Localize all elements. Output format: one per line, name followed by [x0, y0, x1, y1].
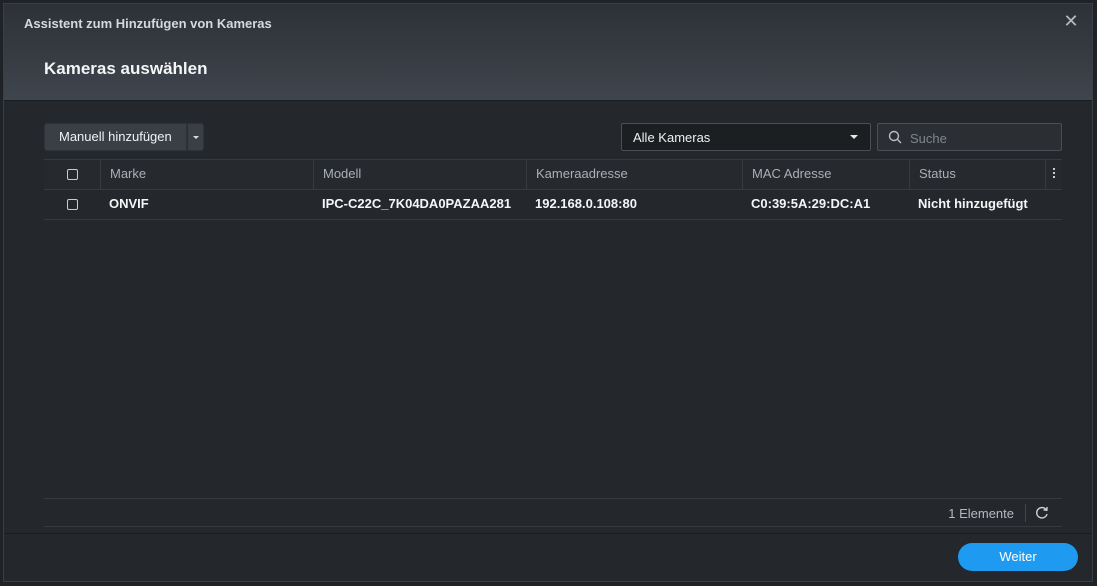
camera-filter-select[interactable]: Alle Kameras — [621, 123, 871, 151]
column-options-cell — [1045, 160, 1062, 189]
table-footer: 1 Elemente — [44, 498, 1062, 527]
camera-filter-value: Alle Kameras — [633, 130, 711, 145]
column-header-status[interactable]: Status — [909, 160, 1045, 189]
chevron-down-icon[interactable] — [186, 123, 204, 151]
table-header: Marke Modell Kameraadresse MAC Adresse S… — [44, 159, 1062, 190]
cell-model: IPC-C22C_7K04DA0PAZAA281 — [322, 196, 512, 211]
cell-address: 192.168.0.108:80 — [535, 196, 637, 211]
window-title: Assistent zum Hinzufügen von Kameras — [24, 16, 272, 31]
table-row[interactable]: ONVIF IPC-C22C_7K04DA0PAZAA281 192.168.0… — [44, 190, 1062, 220]
item-count: 1 Elemente — [948, 506, 1014, 521]
dropdown-caret-icon — [850, 135, 858, 139]
footer-divider — [4, 533, 1092, 534]
refresh-icon[interactable] — [1034, 505, 1050, 521]
add-manual-button[interactable]: Manuell hinzufügen — [44, 123, 187, 151]
column-header-brand[interactable]: Marke — [100, 160, 313, 189]
camera-table: Marke Modell Kameraadresse MAC Adresse S… — [44, 159, 1062, 220]
next-button[interactable]: Weiter — [958, 543, 1078, 571]
search-icon — [888, 130, 902, 144]
more-options-icon[interactable] — [1050, 167, 1058, 181]
add-manual-split-button: Manuell hinzufügen — [44, 123, 204, 151]
column-header-model[interactable]: Modell — [313, 160, 526, 189]
toolbar: Manuell hinzufügen Alle Kameras — [44, 123, 1062, 152]
divider — [1025, 504, 1026, 522]
cell-mac: C0:39:5A:29:DC:A1 — [751, 196, 871, 211]
select-all-checkbox[interactable] — [67, 169, 78, 180]
row-checkbox[interactable] — [67, 199, 78, 210]
wizard-header: Assistent zum Hinzufügen von Kameras ✕ K… — [4, 4, 1092, 101]
search-box — [877, 123, 1062, 151]
search-input[interactable] — [908, 127, 1057, 149]
row-select-cell — [44, 190, 104, 219]
column-header-mac[interactable]: MAC Adresse — [742, 160, 909, 189]
add-camera-wizard-window: Assistent zum Hinzufügen von Kameras ✕ K… — [3, 3, 1093, 582]
column-header-address[interactable]: Kameraadresse — [526, 160, 742, 189]
page-title: Kameras auswählen — [44, 59, 208, 78]
cell-brand: ONVIF — [109, 196, 149, 211]
cell-status: Nicht hinzugefügt — [918, 196, 1028, 211]
select-all-cell — [44, 160, 104, 189]
close-icon[interactable]: ✕ — [1062, 12, 1080, 30]
